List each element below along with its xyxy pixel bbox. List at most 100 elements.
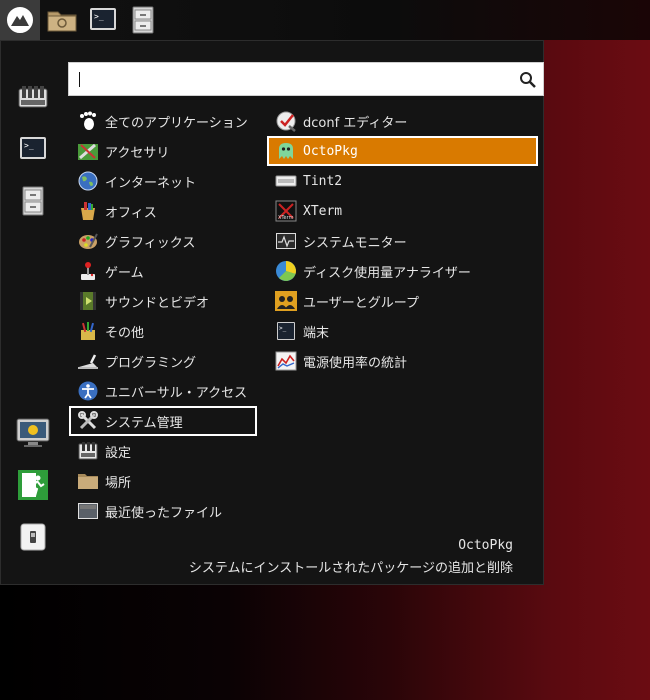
category-label: 全てのアプリケーション [105, 115, 248, 131]
category-accessories[interactable]: アクセサリ [69, 136, 257, 166]
category-universal-access[interactable]: ユニバーサル・アクセス [69, 376, 257, 406]
terminal-icon: >_ [20, 137, 46, 159]
office-icon [77, 200, 99, 222]
app-system-monitor[interactable]: システムモニター [267, 226, 538, 256]
other-icon [77, 320, 99, 342]
category-label: 設定 [105, 445, 132, 461]
app-label: OctoPkg [303, 143, 358, 159]
taskbar: >_ [0, 0, 650, 40]
app-label: ユーザーとグループ [303, 295, 419, 311]
category-label: ユニバーサル・アクセス [105, 385, 248, 401]
svg-text:>_: >_ [279, 325, 287, 332]
category-label: プログラミング [105, 355, 197, 371]
terminal-icon: >_ [90, 8, 116, 30]
palette-icon [77, 230, 99, 252]
cabinet-icon [132, 6, 154, 34]
file-manager-launcher[interactable] [42, 0, 82, 40]
search-icon[interactable] [519, 71, 537, 89]
category-label: 最近使ったファイル [105, 505, 223, 521]
category-label: システム管理 [105, 415, 183, 431]
category-list: 全てのアプリケーション アクセサリ インターネット オフィス グラフィックス ゲ… [69, 106, 257, 526]
file-cabinet-icon [22, 186, 44, 216]
category-other[interactable]: その他 [69, 316, 257, 346]
octopkg-icon [275, 140, 297, 162]
terminal-launcher[interactable]: >_ [83, 0, 123, 40]
lock-screen-icon [16, 418, 50, 447]
tools-icon [77, 410, 99, 432]
tint2-icon [275, 170, 297, 192]
start-menu-button[interactable] [0, 0, 40, 40]
category-label: 場所 [105, 475, 132, 491]
app-label: Tint2 [303, 173, 343, 189]
category-settings[interactable]: 設定 [69, 436, 257, 466]
search-box[interactable] [68, 62, 544, 96]
category-programming[interactable]: プログラミング [69, 346, 257, 376]
app-octopkg[interactable]: OctoPkg [267, 136, 538, 166]
category-all-applications[interactable]: 全てのアプリケーション [69, 106, 257, 136]
category-label: サウンドとビデオ [105, 295, 210, 311]
recent-files-icon [77, 500, 99, 522]
folder-icon [77, 470, 99, 492]
disk-usage-icon [275, 260, 297, 282]
text-caret [79, 72, 80, 87]
category-label: その他 [105, 325, 145, 341]
joystick-icon [77, 260, 99, 282]
category-internet[interactable]: インターネット [69, 166, 257, 196]
application-menu: >_ 全てのアプリケーション アクセサリ インターネット オフィス グラフィック… [0, 40, 544, 585]
category-games[interactable]: ゲーム [69, 256, 257, 286]
globe-icon [77, 170, 99, 192]
category-sound-video[interactable]: サウンドとビデオ [69, 286, 257, 316]
sidebar-file-cabinet[interactable] [15, 183, 51, 219]
menu-sidebar: >_ [1, 41, 65, 584]
category-label: グラフィックス [105, 235, 196, 251]
archive-launcher[interactable] [123, 0, 163, 40]
category-recent-files[interactable]: 最近使ったファイル [69, 496, 257, 526]
settings-panel-icon [18, 86, 48, 108]
xterm-icon: XTerm [275, 200, 297, 222]
app-disk-usage-analyzer[interactable]: ディスク使用量アナライザー [267, 256, 538, 286]
svg-text:XTerm: XTerm [278, 215, 294, 221]
app-dconf-editor[interactable]: dconf エディター [267, 106, 538, 136]
app-label: 電源使用率の統計 [303, 355, 408, 371]
system-monitor-icon [275, 230, 297, 252]
category-label: アクセサリ [105, 145, 170, 161]
accessories-icon [77, 140, 99, 162]
app-xterm[interactable]: XTerm XTerm [267, 196, 538, 226]
app-label: ディスク使用量アナライザー [303, 265, 471, 281]
sidebar-shutdown[interactable] [15, 519, 51, 555]
category-label: オフィス [105, 205, 157, 221]
category-places[interactable]: 場所 [69, 466, 257, 496]
app-tint2[interactable]: Tint2 [267, 166, 538, 196]
application-list: dconf エディター OctoPkg Tint2 XTerm XTerm シス… [267, 106, 538, 376]
sidebar-lock-screen[interactable] [15, 415, 51, 451]
folder-icon [47, 11, 77, 32]
category-label: インターネット [105, 175, 197, 191]
sidebar-settings-panel[interactable] [15, 79, 51, 115]
app-power-statistics[interactable]: 電源使用率の統計 [267, 346, 538, 376]
trowel-icon [77, 350, 99, 372]
sidebar-logout[interactable] [15, 467, 51, 503]
app-label: システムモニター [303, 235, 407, 251]
selected-app-description: システムにインストールされたパッケージの追加と削除 [188, 561, 513, 576]
film-icon [77, 290, 99, 312]
category-office[interactable]: オフィス [69, 196, 257, 226]
app-label: dconf エディター [303, 115, 408, 131]
category-system-administration[interactable]: システム管理 [69, 406, 257, 436]
app-label: XTerm [303, 203, 343, 219]
app-label: 端末 [303, 325, 330, 341]
selected-app-name: OctoPkg [458, 538, 513, 553]
logout-icon [18, 470, 48, 500]
gnome-foot-icon [77, 110, 99, 132]
app-terminal[interactable]: >_ 端末 [267, 316, 538, 346]
dconf-icon [275, 110, 297, 132]
sidebar-terminal[interactable]: >_ [15, 131, 51, 167]
svg-text:>_: >_ [94, 12, 104, 21]
accessibility-icon [77, 380, 99, 402]
settings-icon [77, 440, 99, 462]
category-graphics[interactable]: グラフィックス [69, 226, 257, 256]
app-users-and-groups[interactable]: ユーザーとグループ [267, 286, 538, 316]
power-stats-icon [275, 350, 297, 372]
shutdown-icon [20, 523, 46, 551]
terminal-icon: >_ [275, 320, 297, 342]
category-label: ゲーム [105, 265, 144, 281]
